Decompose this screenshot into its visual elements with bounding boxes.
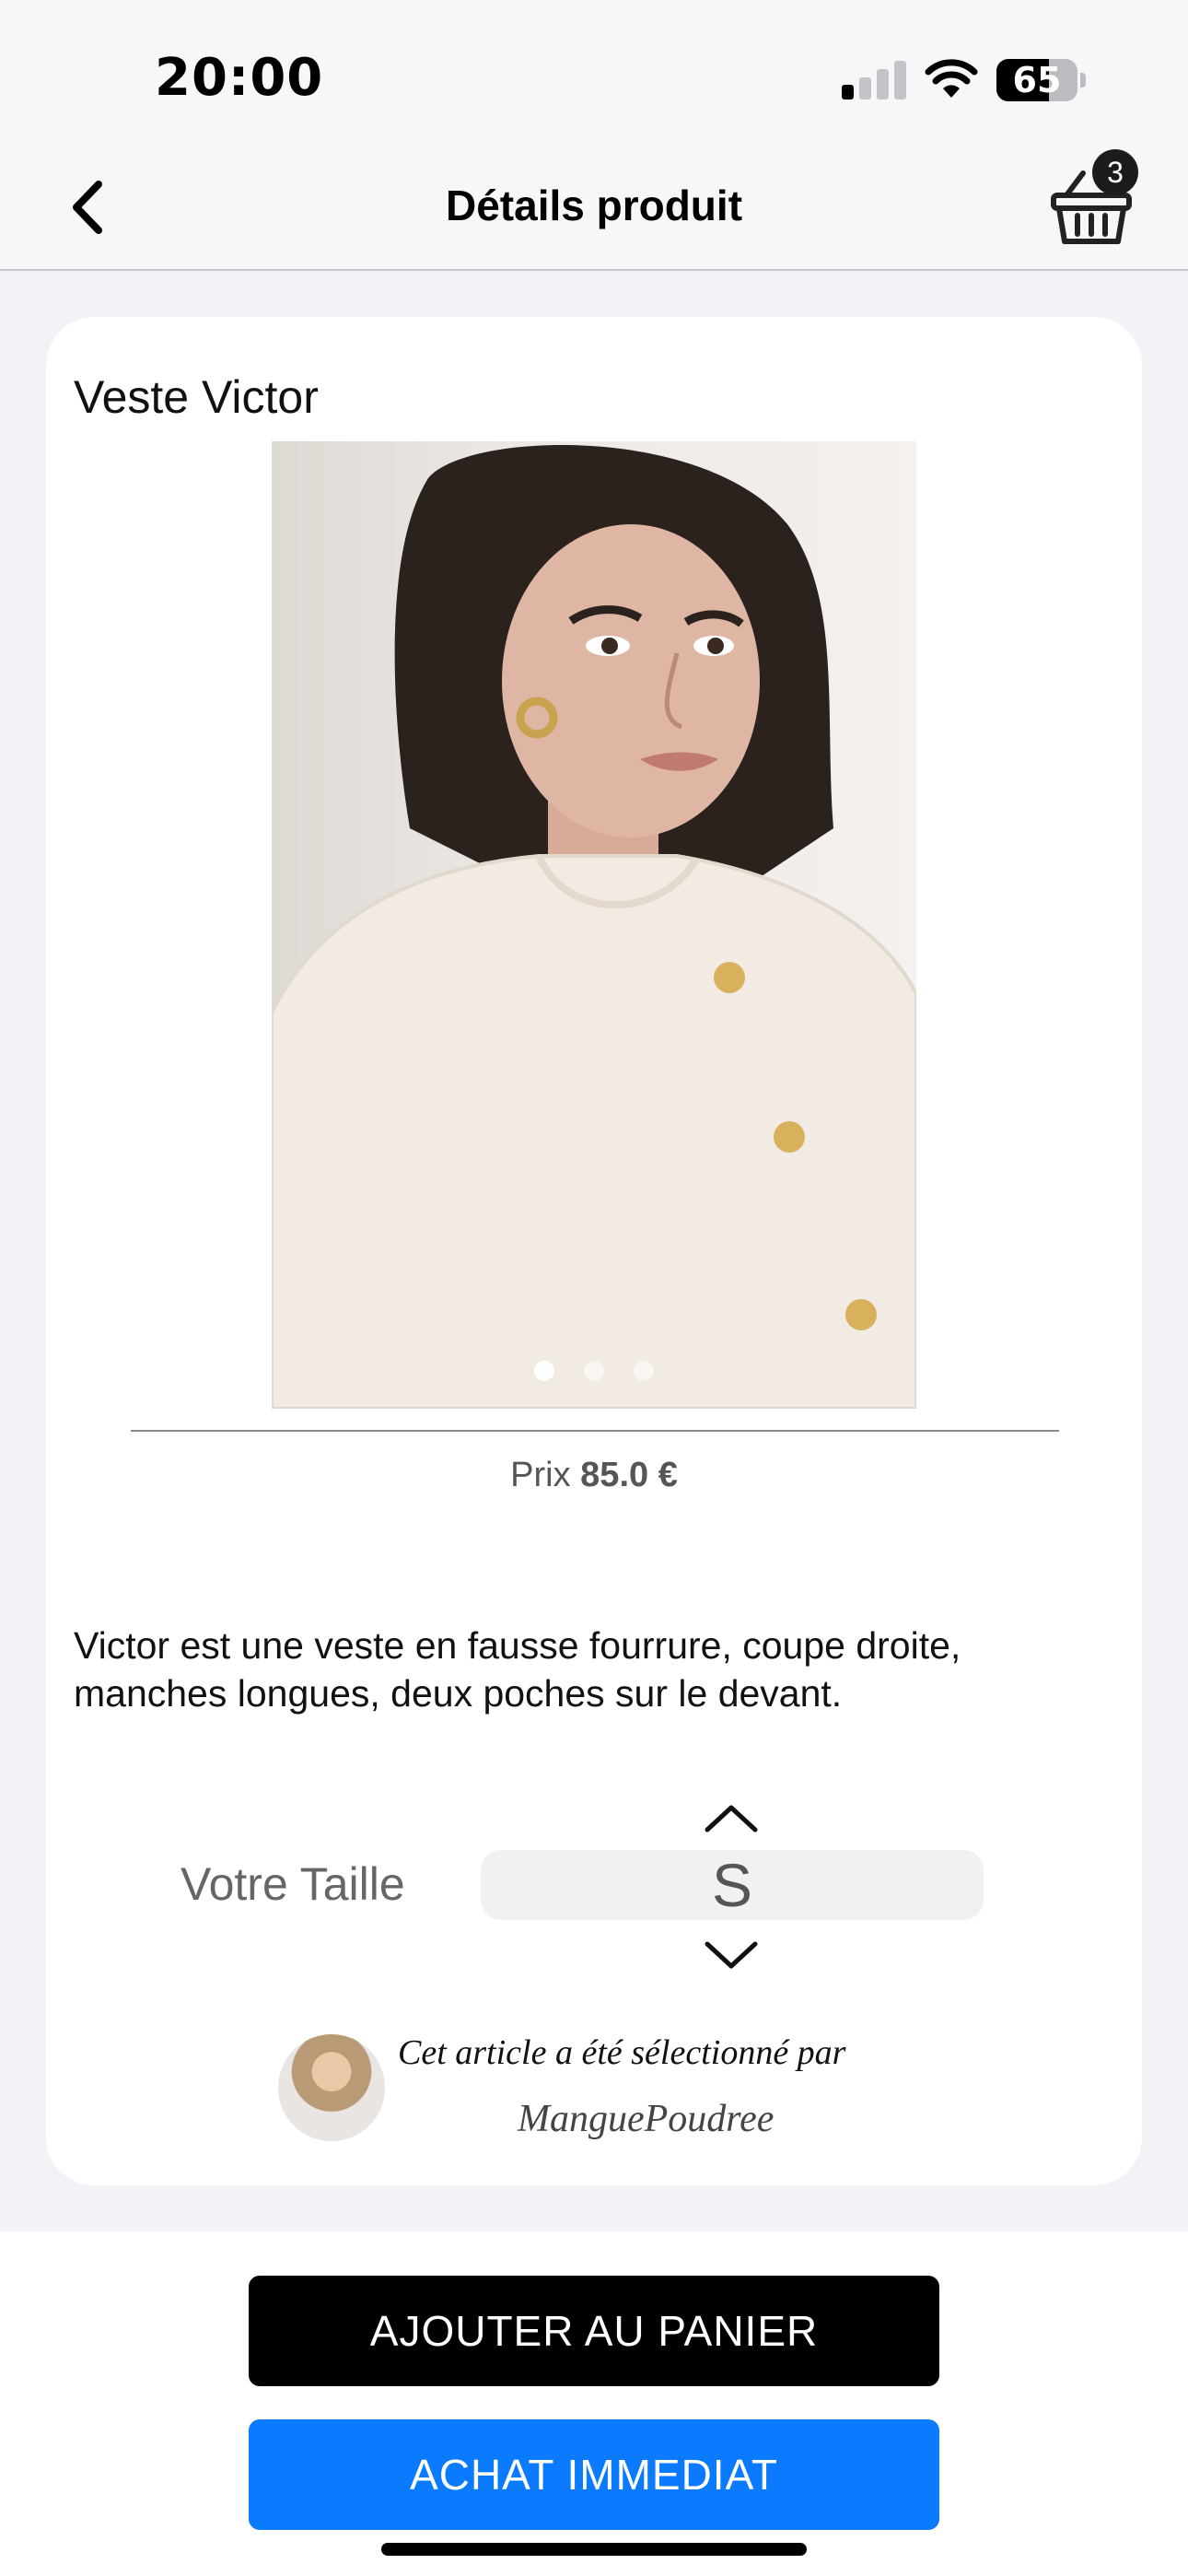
price-row: Prix 85.0 € <box>46 1456 1142 1495</box>
product-card: Veste Victor Prix 85.0 € Victor est une … <box>46 317 1142 2185</box>
add-to-cart-button[interactable]: AJOUTER AU PANIER <box>249 2276 939 2386</box>
status-time: 20:00 <box>155 48 324 108</box>
chevron-up-icon[interactable] <box>702 1802 761 1835</box>
product-description: Victor est une veste en fausse fourrure,… <box>74 1624 961 1715</box>
carousel-dot[interactable] <box>634 1361 654 1381</box>
battery-percent: 65 <box>1012 60 1062 100</box>
price-value: 85.0 € <box>580 1456 678 1494</box>
bottom-action-panel: AJOUTER AU PANIER ACHAT IMMEDIAT <box>0 2231 1188 2576</box>
product-name: Veste Victor <box>74 371 319 423</box>
battery-cap <box>1080 73 1086 88</box>
curator-avatar[interactable] <box>278 2034 385 2141</box>
buy-now-button[interactable]: ACHAT IMMEDIAT <box>249 2419 939 2530</box>
page-title: Détails produit <box>445 181 743 229</box>
carousel-dot[interactable] <box>534 1361 554 1381</box>
cellular-signal-icon <box>842 61 908 100</box>
carousel-dot[interactable] <box>584 1361 604 1381</box>
battery-icon: 65 <box>996 59 1077 101</box>
navigation-bar: Détails produit 3 <box>0 138 1188 271</box>
home-indicator <box>381 2543 807 2556</box>
divider <box>131 1430 1059 1432</box>
size-label: Votre Taille <box>181 1858 405 1910</box>
cart-count-badge: 3 <box>1092 149 1138 195</box>
size-picker[interactable]: S <box>481 1850 984 1920</box>
carousel-dots <box>272 1361 916 1381</box>
chevron-down-icon[interactable] <box>702 1938 761 1972</box>
status-bar: 20:00 65 <box>0 0 1188 138</box>
curator-text: Cet article a été sélectionné par <box>398 2033 846 2072</box>
product-image-carousel[interactable] <box>272 441 916 1409</box>
product-photo <box>272 445 916 1409</box>
wifi-icon <box>925 59 978 98</box>
price-label: Prix <box>510 1456 571 1494</box>
curator-name[interactable]: ManguePoudree <box>518 2097 774 2141</box>
